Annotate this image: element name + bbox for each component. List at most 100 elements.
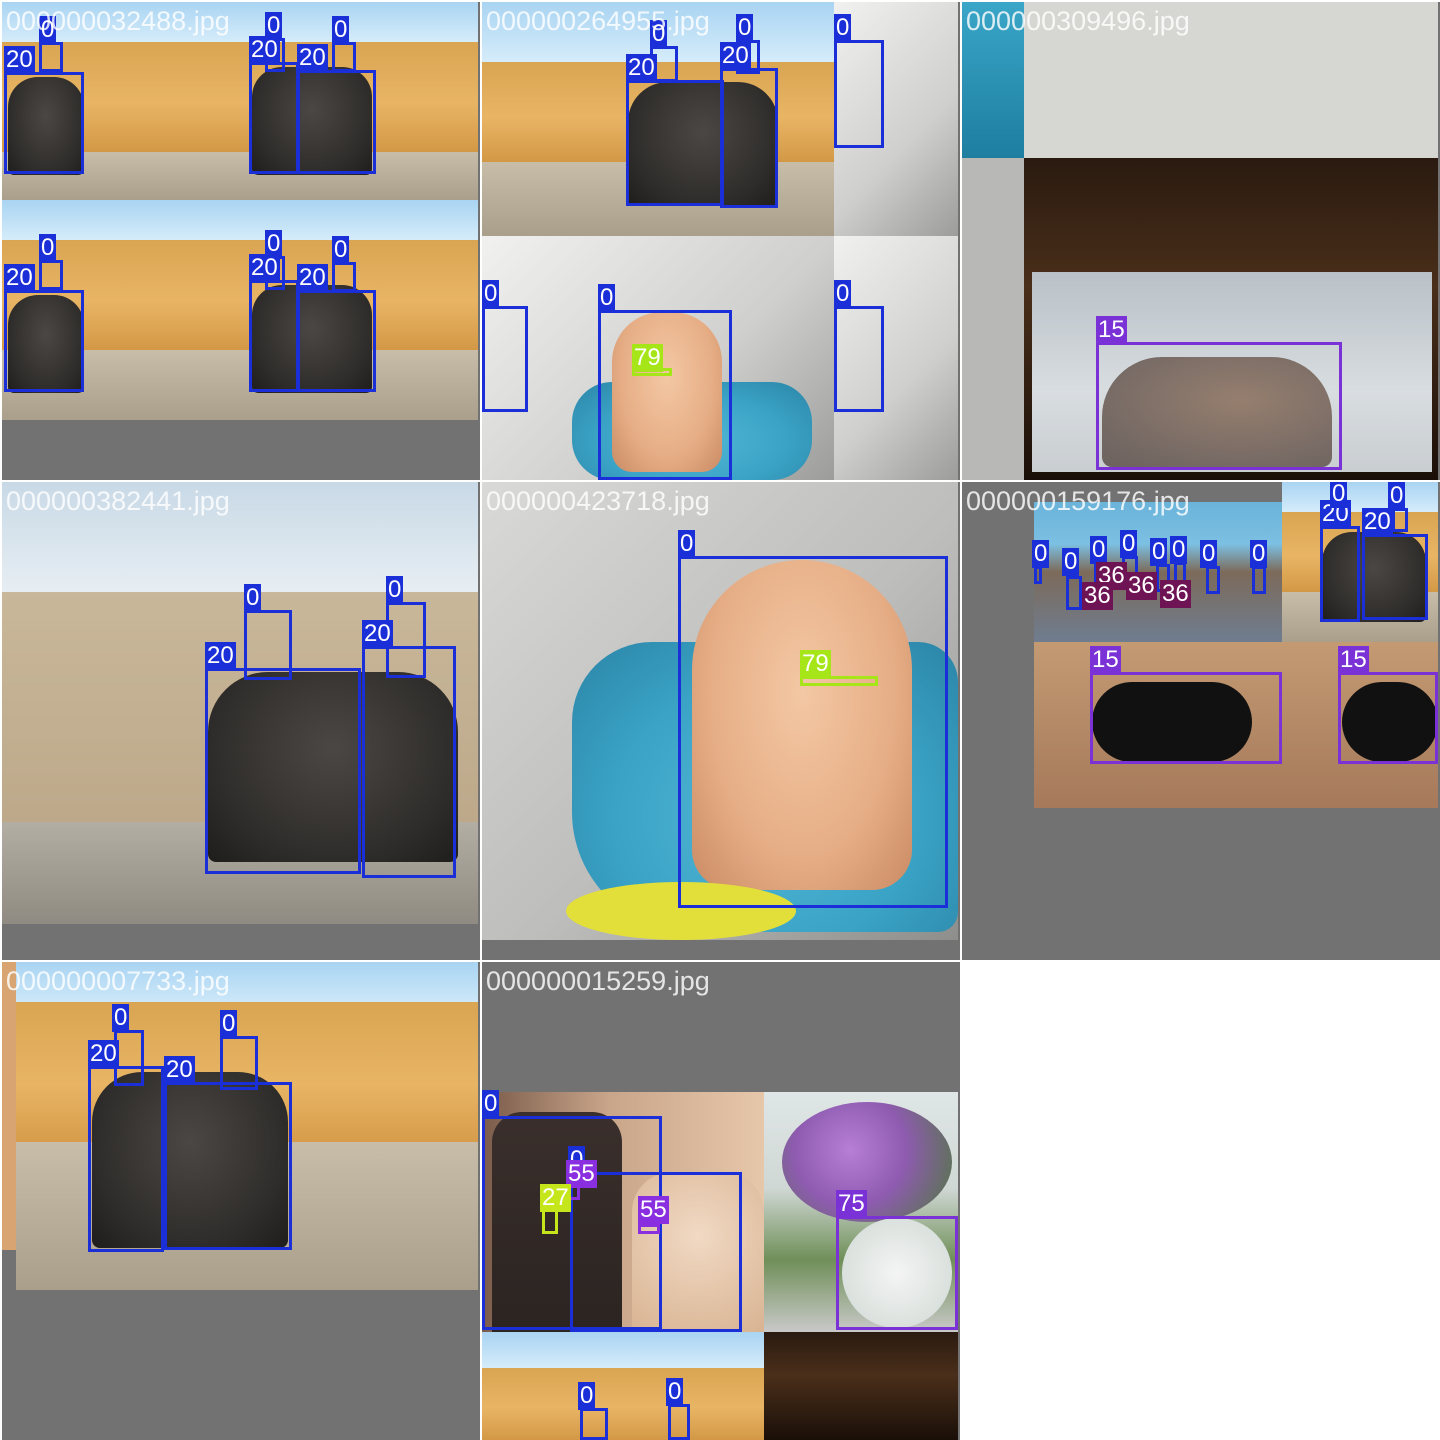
bbox-label: 36	[1082, 582, 1113, 610]
bbox-elephant	[164, 1082, 292, 1250]
bbox-elephant	[1362, 534, 1428, 620]
bbox-label: 20	[164, 1056, 195, 1084]
bbox-elephant	[297, 290, 376, 392]
bbox-person	[834, 306, 884, 412]
bbox-label: 20	[249, 36, 280, 64]
bbox-elephant	[4, 72, 84, 174]
bbox-elephant	[249, 62, 299, 174]
bbox-label: 0	[1150, 538, 1168, 566]
bbox-label: 0	[1330, 482, 1348, 508]
photo-fort	[482, 1368, 764, 1440]
mosaic-tile-1: 000000032488.jpg 20 0 20 20 0 0 20 0 20 …	[2, 2, 480, 480]
bbox-label: 0	[678, 530, 696, 558]
tile-filename: 000000032488.jpg	[6, 6, 230, 36]
bbox-label: 79	[800, 650, 831, 678]
bbox-cat	[1338, 672, 1438, 764]
bbox-label: 0	[244, 584, 262, 612]
mosaic-tile-6: 000000159176.jpg 0 0 0 0 0 0 0 0 36 36 3…	[962, 482, 1440, 960]
bbox-label: 0	[39, 234, 57, 262]
bbox-label: 15	[1090, 646, 1121, 674]
photo-sky	[482, 1332, 764, 1368]
bbox-elephant	[362, 646, 456, 878]
photo-gray-strip	[962, 158, 1024, 480]
bbox-vase	[836, 1216, 958, 1330]
bbox-person	[1034, 566, 1042, 584]
bbox-label: 0	[834, 14, 852, 42]
bbox-label: 0	[1388, 482, 1406, 510]
bbox-label: 0	[332, 16, 350, 44]
bbox-label: 0	[1170, 536, 1188, 564]
bbox-person	[678, 556, 948, 908]
bbox-person	[332, 262, 356, 292]
bbox-label: 20	[720, 42, 751, 70]
mosaic-tile-2: 000000264955.jpg 20 20 0 0 0 0 0 79 0	[482, 2, 960, 480]
bbox-label: 0	[1090, 536, 1108, 564]
photo-left-strip	[2, 962, 16, 1250]
bbox-label: 15	[1338, 646, 1369, 674]
bbox-label: 0	[265, 230, 283, 258]
bbox-label: 75	[836, 1190, 867, 1218]
mosaic-tile-7: 000000007733.jpg 20 20 0 0	[2, 962, 480, 1440]
bbox-label: 0	[1200, 540, 1218, 568]
bbox-label: 0	[834, 280, 852, 308]
bbox-label: 27	[540, 1184, 571, 1212]
photo-lilac	[782, 1102, 952, 1222]
bbox-label: 36	[1160, 580, 1191, 608]
bbox-cat	[1090, 672, 1282, 764]
bbox-label: 0	[1062, 548, 1080, 576]
bbox-label: 36	[1126, 572, 1157, 600]
bbox-label: 0	[112, 1004, 130, 1032]
bbox-label: 20	[626, 54, 657, 82]
bbox-person	[39, 42, 63, 72]
bbox-label: 0	[1032, 540, 1050, 568]
bbox-elephant	[720, 68, 778, 208]
bbox-label: 0	[220, 1010, 238, 1038]
tile-filename: 000000159176.jpg	[966, 486, 1190, 516]
bbox-person	[834, 40, 884, 148]
bbox-label: 0	[386, 576, 404, 604]
mosaic-tile-4: 000000382441.jpg 20 20 0 0	[2, 482, 480, 960]
bbox-person	[1252, 566, 1266, 594]
bbox-person	[332, 42, 356, 72]
tile-filename: 000000007733.jpg	[6, 966, 230, 996]
bbox-label: 0	[482, 280, 500, 308]
bbox-person	[220, 1036, 258, 1090]
bbox-person	[244, 610, 292, 680]
bbox-elephant	[205, 668, 361, 874]
bbox-label: 20	[297, 44, 328, 72]
bbox-label: 0	[1250, 540, 1268, 568]
tile-filename: 000000015259.jpg	[486, 966, 710, 996]
bbox-label: 20	[249, 254, 280, 282]
bbox-label: 0	[482, 1090, 500, 1118]
tile-filename: 000000264955.jpg	[486, 6, 710, 36]
bbox-label: 0	[598, 284, 616, 312]
bbox-label: 0	[578, 1382, 596, 1410]
bbox-label: 15	[1096, 316, 1127, 344]
mosaic-tile-8: 000000015259.jpg 0 0 55 55 27 75 0 0	[482, 962, 960, 1440]
tile-filename: 000000309496.jpg	[966, 6, 1190, 36]
bbox-person	[482, 306, 528, 412]
bbox-elephant	[1320, 526, 1360, 622]
tile-filename: 000000382441.jpg	[6, 486, 230, 516]
bbox-person	[598, 310, 732, 480]
bbox-label: 20	[1362, 508, 1393, 536]
tile-filename: 000000423718.jpg	[486, 486, 710, 516]
bbox-label: 20	[362, 620, 393, 648]
bbox-person	[580, 1408, 608, 1440]
bbox-person	[1066, 576, 1082, 610]
bbox-person	[1206, 566, 1220, 594]
bbox-label: 79	[632, 344, 663, 372]
photo-sky	[1282, 482, 1438, 512]
bbox-person	[668, 1404, 690, 1440]
bbox-label: 20	[205, 642, 236, 670]
bbox-elephant	[297, 70, 376, 174]
bbox-label: 0	[666, 1378, 684, 1406]
photo-dark-room	[764, 1332, 958, 1440]
bbox-cake	[638, 1224, 660, 1234]
mosaic-tile-3: 000000309496.jpg 15	[962, 2, 1440, 480]
bbox-label: 0	[1120, 530, 1138, 558]
bbox-label: 0	[265, 12, 283, 40]
bbox-label: 20	[4, 46, 35, 74]
bbox-person	[39, 260, 63, 290]
bbox-label: 0	[736, 14, 754, 42]
